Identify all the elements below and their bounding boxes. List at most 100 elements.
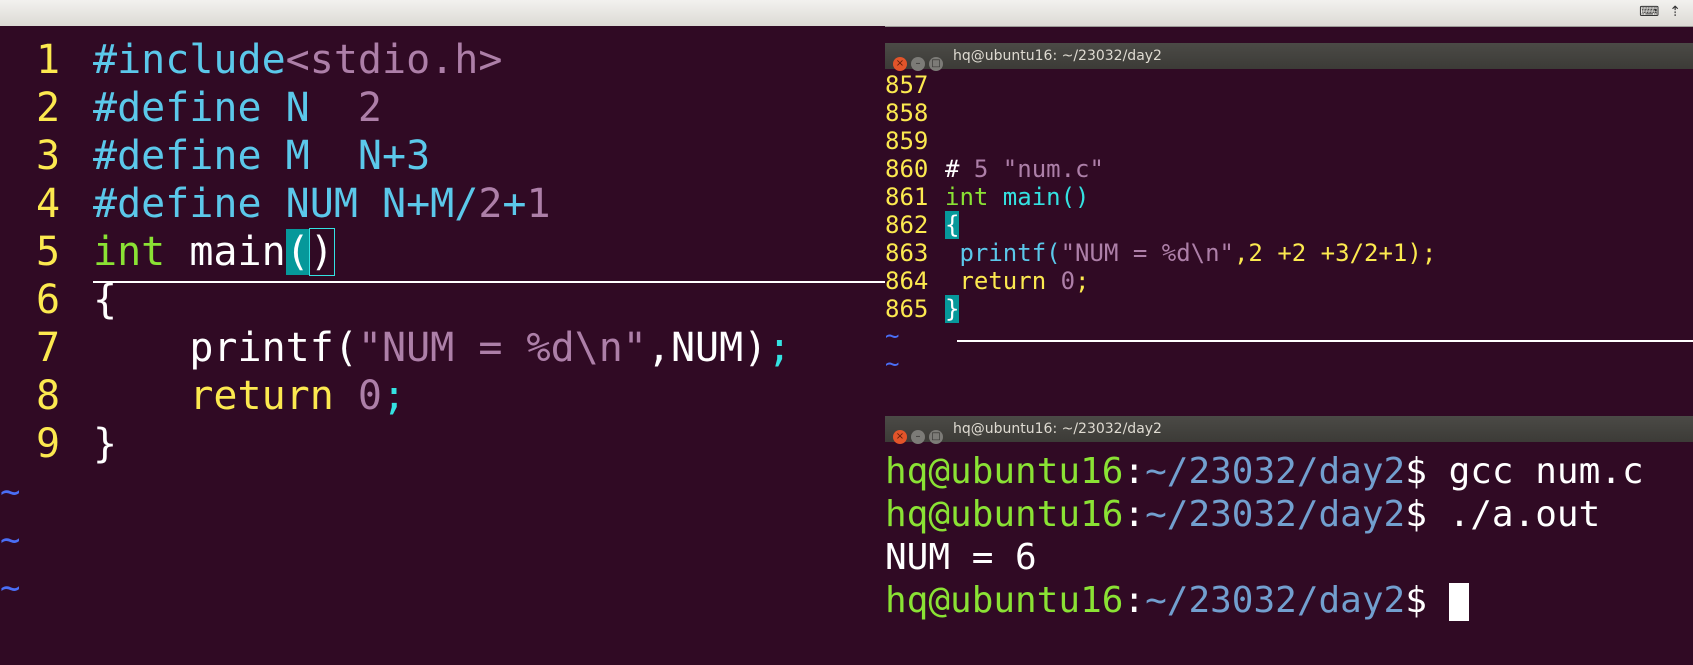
line-number: 865	[885, 295, 929, 323]
code-token: ;	[1075, 267, 1090, 295]
code-line: 7 printf("NUM = %d\n",NUM);	[0, 324, 885, 372]
empty-line-tilde: ~	[885, 350, 900, 378]
terminal-window-preprocessed[interactable]: × – □ hq@ubuntu16: ~/23032/day2 857 858 859 8…	[885, 43, 1693, 413]
code-line: 859	[885, 126, 1693, 156]
code-token: #	[945, 155, 974, 183]
code-token: printf(	[945, 239, 1061, 267]
code-token: #define M N+3	[93, 133, 431, 179]
code-text: }	[93, 420, 117, 468]
close-icon[interactable]: ×	[893, 57, 907, 71]
code-token: }	[945, 295, 960, 323]
code-line: 3 #define M N+3	[0, 132, 885, 180]
code-text: int main()	[93, 228, 335, 276]
code-token: 0	[1060, 267, 1076, 295]
code-token: "NUM = %d\n"	[1060, 239, 1234, 267]
shell-line-1: hq@ubuntu16:~/23032/day2$ gcc num.c	[885, 451, 1644, 492]
maximize-icon[interactable]: □	[929, 430, 943, 444]
code-line: 862 {	[885, 210, 1693, 240]
code-token: 5	[973, 155, 989, 183]
code-line: 4 #define NUM N+M/2+1	[0, 180, 885, 228]
code-text: {	[93, 276, 117, 324]
line-number: 6	[36, 277, 61, 323]
close-icon[interactable]: ×	[893, 430, 907, 444]
line-number: 857	[885, 71, 929, 99]
code-token: 2	[357, 85, 382, 131]
line-number: 861	[885, 183, 929, 211]
code-token: )	[308, 228, 335, 276]
line-number: 7	[36, 325, 61, 371]
terminal-title: hq@ubuntu16: ~/23032/day2	[953, 48, 1162, 64]
code-text: }	[945, 294, 960, 324]
minimize-icon[interactable]: –	[911, 430, 925, 444]
line-number: 3	[36, 133, 61, 179]
line-number: 4	[36, 181, 61, 227]
code-token: "NUM = %d\n"	[357, 325, 647, 371]
code-text: return 0;	[93, 372, 406, 420]
line-number: 9	[36, 421, 61, 467]
code-line: 2 #define N 2	[0, 84, 885, 132]
code-token: #define N	[93, 85, 358, 131]
terminal-titlebar[interactable]: × – □ hq@ubuntu16: ~/23032/day2	[885, 43, 1693, 71]
code-token: printf(	[93, 325, 358, 371]
code-text: {	[945, 210, 960, 240]
line-number: 863	[885, 239, 929, 267]
command-text: gcc num.c	[1448, 451, 1644, 492]
code-line: 863 printf("NUM = %d\n",2 +2 +3/2+1);	[885, 238, 1693, 268]
terminal-titlebar[interactable]: × – □ hq@ubuntu16: ~/23032/day2	[885, 416, 1693, 444]
line-number: 1	[36, 37, 61, 83]
code-token: 0	[357, 373, 382, 419]
code-token: int	[93, 229, 166, 275]
cursor-line	[93, 281, 885, 283]
code-token: return	[93, 373, 358, 419]
code-token: ,NUM)	[646, 325, 768, 371]
terminal-cursor	[1448, 583, 1469, 621]
vim-editor[interactable]: 1 #include<stdio.h> 2 #define N 2 3 #define M…	[0, 26, 885, 665]
code-line: 857	[885, 70, 1693, 100]
code-line: 860 # 5 "num.c"	[885, 154, 1693, 184]
code-line: 5 int main()	[0, 228, 885, 276]
keyboard-icon[interactable]: ⌨	[1639, 4, 1659, 20]
maximize-icon[interactable]: □	[929, 57, 943, 71]
cursor-line	[957, 340, 1693, 342]
code-token: ,2 +2 +3/2+1);	[1233, 239, 1437, 267]
code-text: #define NUM N+M/2+1	[93, 180, 551, 228]
code-text: #include<stdio.h>	[93, 36, 502, 84]
code-token: #define NUM N+M/	[93, 181, 479, 227]
line-number: 864	[885, 267, 929, 295]
minimize-icon[interactable]: –	[911, 57, 925, 71]
system-top-bar: ⌨ ⇡	[0, 0, 1693, 27]
code-line: 8 return 0;	[0, 372, 885, 420]
system-tray: ⌨ ⇡	[1629, 4, 1681, 20]
code-token: }	[93, 421, 118, 467]
code-token: 2	[478, 181, 503, 227]
code-token: main()	[988, 183, 1090, 211]
shell-line-2: hq@ubuntu16:~/23032/day2$ ./a.out	[885, 494, 1601, 535]
terminal-title: hq@ubuntu16: ~/23032/day2	[953, 421, 1162, 437]
code-text: #define M N+3	[93, 132, 430, 180]
code-token: #include	[93, 37, 286, 83]
code-token: {	[945, 211, 960, 239]
terminal-window-shell[interactable]: × – □ hq@ubuntu16: ~/23032/day2 hq@ubuntu1…	[885, 416, 1693, 665]
line-number: 8	[36, 373, 61, 419]
code-token: main	[165, 229, 286, 275]
code-text: printf("NUM = %d\n",2 +2 +3/2+1);	[945, 238, 1436, 268]
shell-line-prompt[interactable]: hq@ubuntu16:~/23032/day2$	[885, 579, 1469, 622]
code-text: # 5 "num.c"	[945, 154, 1104, 184]
code-token: 1	[526, 181, 551, 227]
empty-line-tilde: ~	[885, 322, 900, 350]
code-text: printf("NUM = %d\n",NUM);	[93, 324, 791, 372]
code-line: 865}	[885, 294, 1693, 324]
line-number: 858	[885, 99, 929, 127]
code-token: return	[945, 267, 1061, 295]
code-token: {	[93, 277, 118, 323]
empty-line-tilde: ~	[0, 520, 21, 560]
line-number: 5	[36, 229, 61, 275]
code-text: int main()	[945, 182, 1090, 212]
code-token: (	[285, 229, 310, 275]
code-line: 9}	[0, 420, 885, 468]
code-token: <stdio.h>	[285, 37, 503, 83]
line-number: 862	[885, 211, 929, 239]
upload-arrow-icon[interactable]: ⇡	[1669, 4, 1681, 20]
code-line: 861 int main()	[885, 182, 1693, 212]
line-number: 859	[885, 127, 929, 155]
